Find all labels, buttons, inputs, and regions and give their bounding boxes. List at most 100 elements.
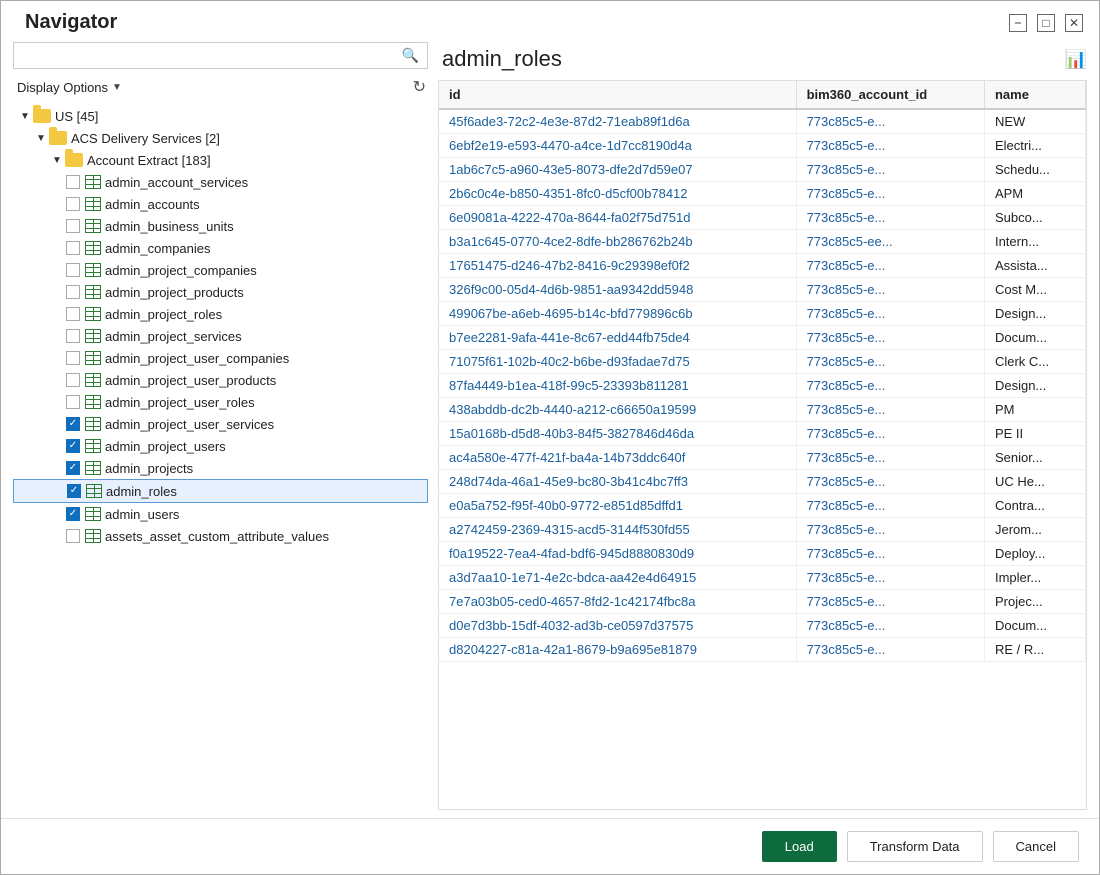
tree-item-label: admin_project_users <box>105 439 226 454</box>
table-row[interactable]: b7ee2281-9afa-441e-8c67-edd44fb75de4773c… <box>439 326 1086 350</box>
tree-item-admin_users[interactable]: admin_users <box>13 503 428 525</box>
tree-item-admin_accounts[interactable]: admin_accounts <box>13 193 428 215</box>
tree-item-admin_roles[interactable]: admin_roles <box>13 479 428 503</box>
table-row[interactable]: 438abddb-dc2b-4440-a212-c66650a19599773c… <box>439 398 1086 422</box>
checkbox[interactable] <box>66 329 80 343</box>
transform-data-button[interactable]: Transform Data <box>847 831 983 862</box>
checkbox-wrap[interactable] <box>65 394 81 410</box>
table-row[interactable]: d0e7d3bb-15df-4032-ad3b-ce0597d37575773c… <box>439 614 1086 638</box>
checkbox[interactable] <box>66 285 80 299</box>
table-row[interactable]: ac4a580e-477f-421f-ba4a-14b73ddc640f773c… <box>439 446 1086 470</box>
checkbox[interactable] <box>66 461 80 475</box>
tree-item-us[interactable]: ▼ US [45] <box>13 105 428 127</box>
tree-item-admin_project_roles[interactable]: admin_project_roles <box>13 303 428 325</box>
tree-item-admin_business_units[interactable]: admin_business_units <box>13 215 428 237</box>
tree-item-admin_project_users[interactable]: admin_project_users <box>13 435 428 457</box>
table-row[interactable]: b3a1c645-0770-4ce2-8dfe-bb286762b24b773c… <box>439 230 1086 254</box>
close-button[interactable]: ✕ <box>1065 14 1083 32</box>
checkbox-wrap[interactable] <box>65 506 81 522</box>
refresh-button[interactable]: ↻ <box>411 75 428 99</box>
checkbox-wrap[interactable] <box>65 174 81 190</box>
checkbox-wrap[interactable] <box>66 483 82 499</box>
checkbox-wrap[interactable] <box>65 240 81 256</box>
tree-item-admin_projects[interactable]: admin_projects <box>13 457 428 479</box>
data-table-wrapper[interactable]: idbim360_account_idname 45f6ade3-72c2-4e… <box>438 80 1087 810</box>
tree-item-admin_project_user_companies[interactable]: admin_project_user_companies <box>13 347 428 369</box>
folder-toggle-icon[interactable]: ▼ <box>33 130 49 146</box>
table-row[interactable]: 499067be-a6eb-4695-b14c-bfd779896c6b773c… <box>439 302 1086 326</box>
load-button[interactable]: Load <box>762 831 837 862</box>
checkbox[interactable] <box>66 373 80 387</box>
checkbox-wrap[interactable] <box>65 372 81 388</box>
tree-item-account_extract[interactable]: ▼Account Extract [183] <box>13 149 428 171</box>
table-row[interactable]: 7e7a03b05-ced0-4657-8fd2-1c42174fbc8a773… <box>439 590 1086 614</box>
maximize-button[interactable]: □ <box>1037 14 1055 32</box>
tree-container[interactable]: ▼ US [45] ▼ACS Delivery Services [2]▼Accou… <box>13 105 428 810</box>
checkbox-wrap[interactable] <box>65 350 81 366</box>
checkbox-wrap[interactable] <box>65 416 81 432</box>
table-cell-name: UC He... <box>984 470 1085 494</box>
tree-item-admin_account_services[interactable]: admin_account_services <box>13 171 428 193</box>
checkbox[interactable] <box>66 439 80 453</box>
table-row[interactable]: 15a0168b-d5d8-40b3-84f5-3827846d46da773c… <box>439 422 1086 446</box>
checkbox[interactable] <box>66 197 80 211</box>
tree-item-label: US [45] <box>55 109 98 124</box>
tree-item-assets_asset_custom_attribute_values[interactable]: assets_asset_custom_attribute_values <box>13 525 428 547</box>
checkbox-wrap[interactable] <box>65 528 81 544</box>
table-row[interactable]: f0a19522-7ea4-4fad-bdf6-945d8880830d9773… <box>439 542 1086 566</box>
checkbox[interactable] <box>67 484 81 498</box>
checkbox[interactable] <box>66 529 80 543</box>
checkbox[interactable] <box>66 241 80 255</box>
tree-item-admin_project_services[interactable]: admin_project_services <box>13 325 428 347</box>
checkbox[interactable] <box>66 307 80 321</box>
table-row[interactable]: 17651475-d246-47b2-8416-9c29398ef0f2773c… <box>439 254 1086 278</box>
table-row[interactable]: 6ebf2e19-e593-4470-a4ce-1d7cc8190d4a773c… <box>439 134 1086 158</box>
tree-item-admin_project_products[interactable]: admin_project_products <box>13 281 428 303</box>
checkbox[interactable] <box>66 219 80 233</box>
checkbox[interactable] <box>66 351 80 365</box>
table-row[interactable]: 71075f61-102b-40c2-b6be-d93fadae7d75773c… <box>439 350 1086 374</box>
display-options-button[interactable]: Display Options ▼ <box>13 78 126 97</box>
tree-item-admin_companies[interactable]: admin_companies <box>13 237 428 259</box>
checkbox-wrap[interactable] <box>65 306 81 322</box>
checkbox-wrap[interactable] <box>65 460 81 476</box>
table-row[interactable]: 87fa4449-b1ea-418f-99c5-23393b811281773c… <box>439 374 1086 398</box>
table-row[interactable]: 248d74da-46a1-45e9-bc80-3b41c4bc7ff3773c… <box>439 470 1086 494</box>
folder-toggle-icon[interactable]: ▼ <box>49 152 65 168</box>
table-row[interactable]: 2b6c0c4e-b850-4351-8fc0-d5cf00b78412773c… <box>439 182 1086 206</box>
table-cell-name: Assista... <box>984 254 1085 278</box>
minimize-button[interactable]: ⎯ <box>1009 14 1027 32</box>
table-row[interactable]: 45f6ade3-72c2-4e3e-87d2-71eab89f1d6a773c… <box>439 109 1086 134</box>
column-header-id: id <box>439 81 796 109</box>
tree-item-admin_project_companies[interactable]: admin_project_companies <box>13 259 428 281</box>
search-input[interactable] <box>22 48 402 63</box>
checkbox[interactable] <box>66 263 80 277</box>
tree-item-label: assets_asset_custom_attribute_values <box>105 529 329 544</box>
table-row[interactable]: 1ab6c7c5-a960-43e5-8073-dfe2d7d59e07773c… <box>439 158 1086 182</box>
tree-item-admin_project_user_roles[interactable]: admin_project_user_roles <box>13 391 428 413</box>
table-row[interactable]: a3d7aa10-1e71-4e2c-bdca-aa42e4d64915773c… <box>439 566 1086 590</box>
checkbox-wrap[interactable] <box>65 438 81 454</box>
checkbox[interactable] <box>66 175 80 189</box>
table-row[interactable]: 326f9c00-05d4-4d6b-9851-aa9342dd5948773c… <box>439 278 1086 302</box>
checkbox[interactable] <box>66 417 80 431</box>
tree-item-admin_project_user_products[interactable]: admin_project_user_products <box>13 369 428 391</box>
preview-icon-button[interactable]: 📊 <box>1065 49 1087 70</box>
table-row[interactable]: 6e09081a-4222-470a-8644-fa02f75d751d773c… <box>439 206 1086 230</box>
checkbox-wrap[interactable] <box>65 328 81 344</box>
checkbox[interactable] <box>66 395 80 409</box>
checkbox-wrap[interactable] <box>65 218 81 234</box>
checkbox-wrap[interactable] <box>65 196 81 212</box>
tree-item-label: admin_project_user_products <box>105 373 276 388</box>
table-row[interactable]: d8204227-c81a-42a1-8679-b9a695e81879773c… <box>439 638 1086 662</box>
table-row[interactable]: e0a5a752-f95f-40b0-9772-e851d85dffd1773c… <box>439 494 1086 518</box>
checkbox-wrap[interactable] <box>65 284 81 300</box>
folder-toggle-icon[interactable]: ▼ <box>17 108 33 124</box>
tree-item-admin_project_user_services[interactable]: admin_project_user_services <box>13 413 428 435</box>
cancel-button[interactable]: Cancel <box>993 831 1079 862</box>
checkbox[interactable] <box>66 507 80 521</box>
checkbox-wrap[interactable] <box>65 262 81 278</box>
tree-item-acs[interactable]: ▼ACS Delivery Services [2] <box>13 127 428 149</box>
table-cell-id: 45f6ade3-72c2-4e3e-87d2-71eab89f1d6a <box>439 109 796 134</box>
table-row[interactable]: a2742459-2369-4315-acd5-3144f530fd55773c… <box>439 518 1086 542</box>
